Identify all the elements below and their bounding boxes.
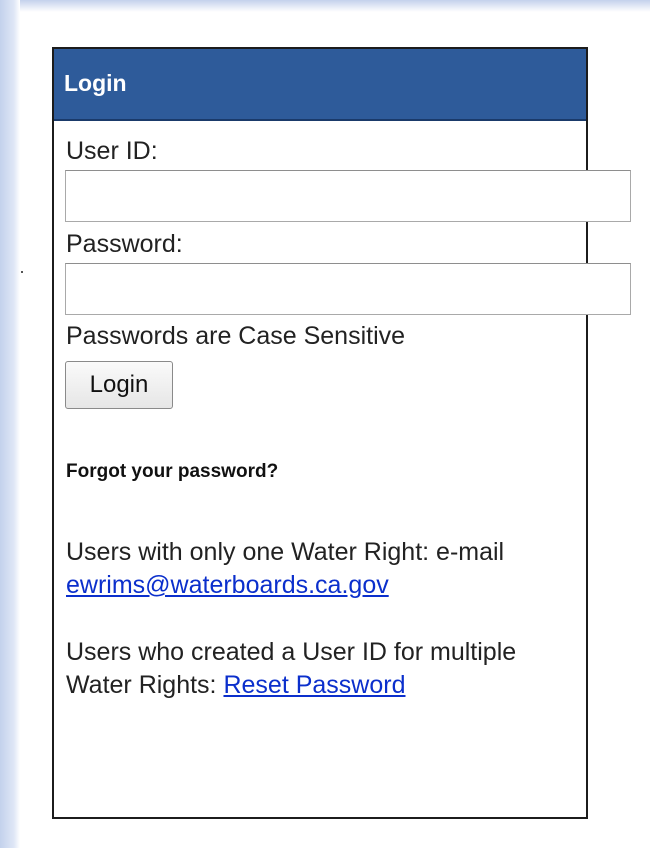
password-input[interactable] bbox=[65, 263, 631, 315]
single-right-text: Users with only one Water Right: e-mail bbox=[66, 538, 505, 566]
stray-dot bbox=[21, 271, 23, 273]
backdrop-left-gradient bbox=[0, 0, 20, 848]
reset-password-link[interactable]: Reset Password bbox=[223, 671, 405, 699]
case-sensitive-note: Passwords are Case Sensitive bbox=[66, 322, 406, 350]
login-panel-header: Login bbox=[54, 49, 586, 121]
password-label: Password: bbox=[66, 230, 183, 258]
forgot-password-heading: Forgot your password? bbox=[66, 461, 279, 482]
contact-email-link[interactable]: ewrims@waterboards.ca.gov bbox=[66, 571, 389, 599]
user-id-input[interactable] bbox=[65, 170, 631, 222]
login-panel: Login User ID: Password: Passwords are C… bbox=[52, 47, 631, 819]
single-right-info: Users with only one Water Right: e-mail … bbox=[66, 536, 566, 602]
user-id-label: User ID: bbox=[66, 137, 158, 165]
backdrop-top-gradient bbox=[0, 0, 650, 12]
multi-right-info: Users who created a User ID for multiple… bbox=[66, 636, 566, 702]
login-panel-title: Login bbox=[64, 70, 127, 96]
login-button[interactable]: Login bbox=[65, 361, 173, 409]
